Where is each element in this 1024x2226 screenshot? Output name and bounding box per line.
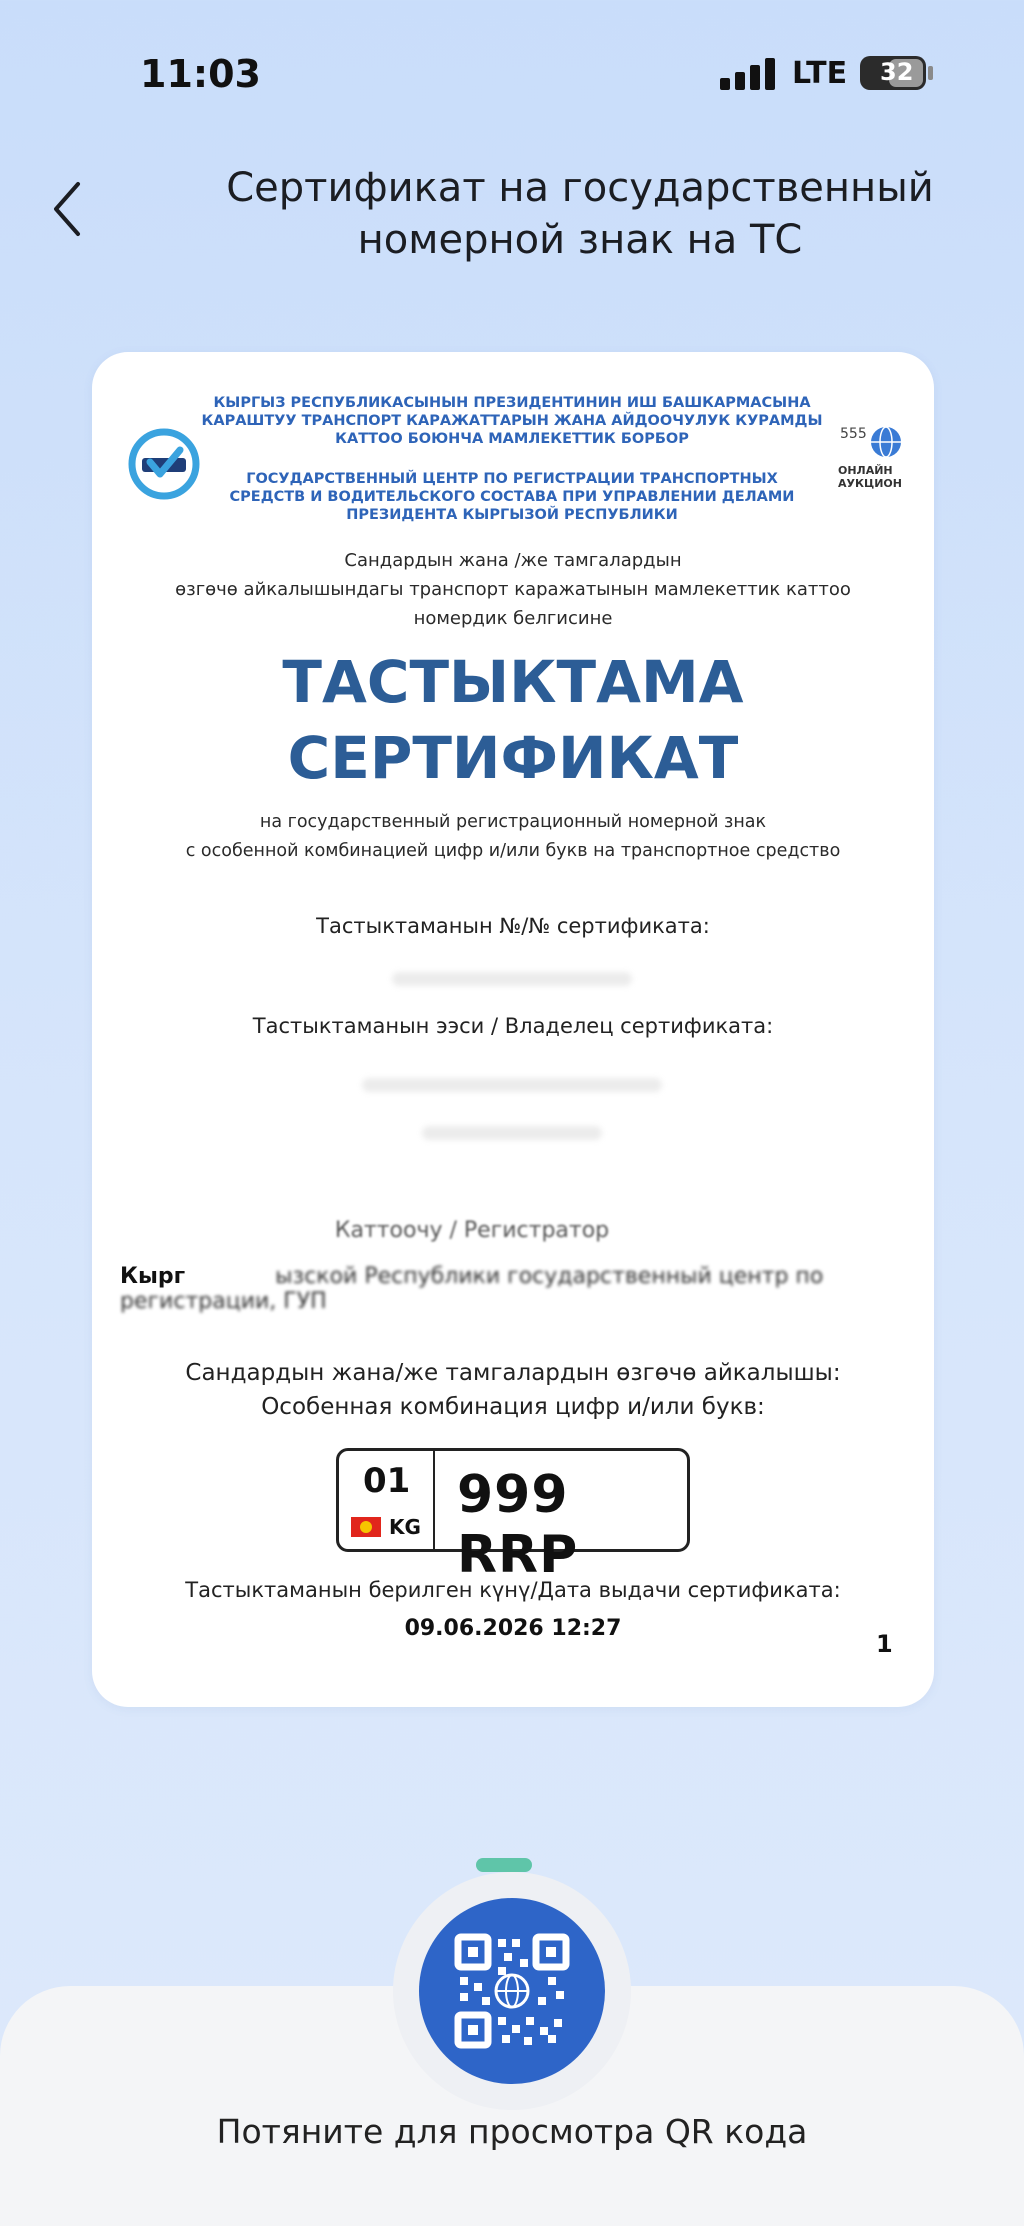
network-type: LTE <box>792 56 848 91</box>
registrar-label: Каттоочу / Регистратор <box>334 1218 610 1243</box>
page-number: 1 <box>876 1630 893 1658</box>
battery-tip <box>928 66 933 80</box>
subtitle-russian: на государственный регистрационный номер… <box>185 812 841 861</box>
license-plate: 01 KG 999 RRP <box>336 1448 690 1585</box>
cellular-signal-icon <box>720 58 776 90</box>
issue-date-label: Тастыктаманын берилген күнү/Дата выдачи … <box>185 1578 841 1602</box>
certificate-title-russian: СЕРТИФИКАТ <box>287 724 739 792</box>
globe-icon <box>871 426 901 458</box>
certificate-number-label: Тастыктаманын №/№ сертификата: <box>316 914 710 938</box>
show-qr-button[interactable] <box>419 1898 605 2084</box>
org-name-russian: ГОСУДАРСТВЕННЫЙ ЦЕНТР ПО РЕГИСТРАЦИИ ТРА… <box>229 471 795 523</box>
registrar-value: Кырг ызской Республики государственный це… <box>120 1264 920 1314</box>
qr-code-icon <box>454 1933 570 2049</box>
status-time: 11:03 <box>140 52 261 96</box>
plate-number: 999 RRP <box>457 1465 579 1585</box>
page-title: Сертификат на государственный номерной з… <box>200 162 960 266</box>
registrar-text-blurred: ызской Республики государственный центр … <box>120 1264 824 1314</box>
certificate-number-value-redacted <box>392 972 632 986</box>
kyrgyz-flag-icon <box>351 1517 381 1537</box>
combination-label: Сандардын жана/же тамгалардын өзгөчө айк… <box>185 1360 841 1420</box>
subtitle-kyrgyz: Сандардын жана /же тамгалардын өзгөчө ай… <box>175 550 851 629</box>
plate-region-code: 01 <box>363 1461 411 1501</box>
page-title-line-1: Сертификат на государственный <box>226 165 934 211</box>
certificate-owner-label: Тастыктаманын ээси / Владелец сертификат… <box>252 1014 774 1038</box>
online-auction-logo: 555 ОНЛАЙН АУКЦИОН <box>818 424 918 504</box>
status-bar: 11:03 LTE 32 <box>0 0 1024 150</box>
issue-date-value: 09.06.2026 12:27 <box>404 1616 622 1641</box>
back-button[interactable] <box>48 178 88 240</box>
page-title-line-2: номерной знак на ТС <box>357 217 803 263</box>
certificate-owner-value-redacted-2 <box>422 1126 602 1140</box>
certificate-owner-value-redacted <box>362 1078 662 1092</box>
registration-center-logo-icon <box>128 428 200 500</box>
org-name-kyrgyz: КЫРГЫЗ РЕСПУБЛИКАСЫНЫН ПРЕЗИДЕНТИНИН ИШ … <box>201 395 823 447</box>
plate-region-block: 01 KG <box>339 1451 435 1549</box>
registrar-prefix: Кырг <box>120 1264 186 1289</box>
qr-drawer-hint: Потяните для просмотра QR кода <box>216 2112 808 2151</box>
drawer-handle[interactable] <box>476 1858 532 1872</box>
battery-icon: 32 <box>860 56 926 90</box>
online-auction-label: ОНЛАЙН АУКЦИОН <box>838 464 902 490</box>
battery-level: 32 <box>880 58 914 86</box>
certificate-title-kyrgyz: ТАСТЫКТАМА <box>282 648 744 716</box>
chevron-left-icon <box>54 182 80 236</box>
certificate-card: 555 ОНЛАЙН АУКЦИОН КЫРГЫЗ РЕСПУБЛИКАСЫНЫ… <box>92 352 934 1707</box>
plate-country-code: KG <box>389 1515 421 1539</box>
online-auction-number: 555 <box>840 426 867 442</box>
